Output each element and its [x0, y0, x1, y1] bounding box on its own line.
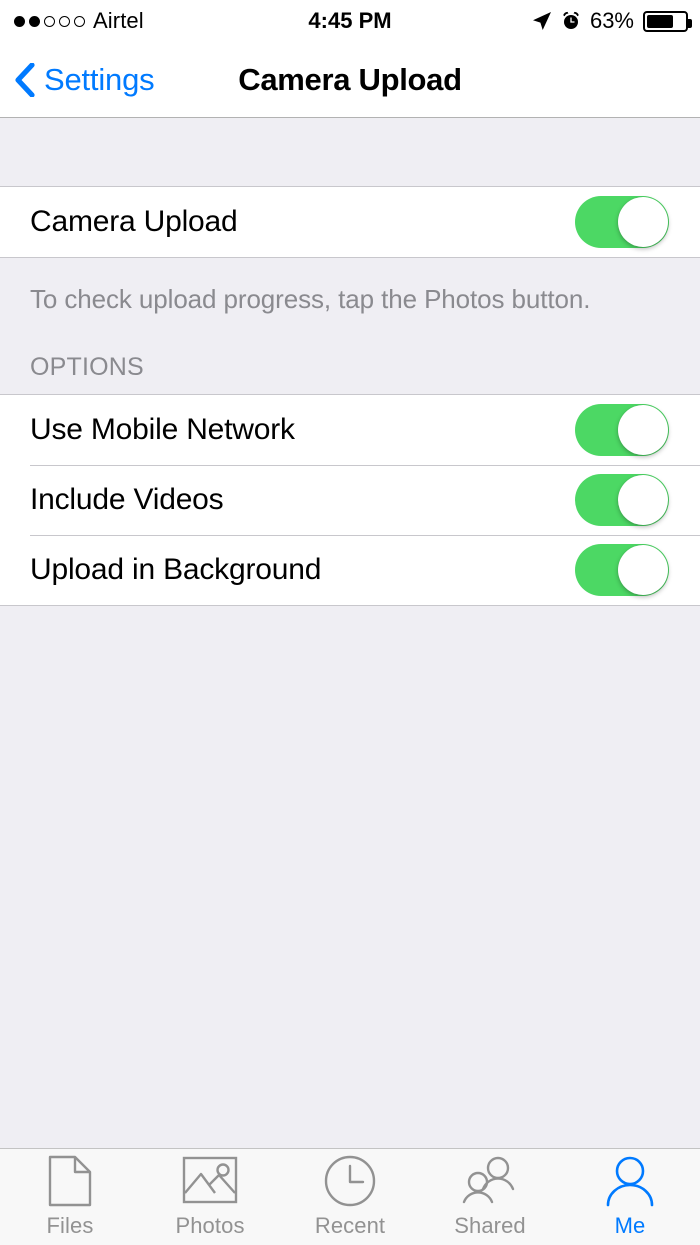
camera-upload-group: Camera Upload: [0, 186, 700, 258]
document-icon: [47, 1155, 93, 1207]
tab-label: Recent: [314, 1213, 386, 1238]
status-bar: Airtel 4:45 PM 63%: [0, 0, 700, 42]
tab-bar: Files Photos Recent Shared Me: [0, 1148, 700, 1245]
phone-screen: Airtel 4:45 PM 63% Settings Camera Uploa…: [0, 0, 700, 1245]
toggle-knob: [618, 475, 668, 526]
toggle-upload-in-background[interactable]: [575, 544, 669, 597]
row-label: Upload in Background: [30, 553, 322, 587]
toggle-knob: [618, 545, 668, 596]
toggle-knob: [618, 405, 668, 456]
tab-label: Photos: [175, 1213, 245, 1238]
toggle-camera-upload[interactable]: [575, 196, 669, 248]
list-top-spacer: [0, 118, 700, 186]
toggle-use-mobile-network[interactable]: [575, 404, 669, 457]
row-include-videos[interactable]: Include Videos: [0, 465, 700, 536]
people-icon: [461, 1155, 519, 1207]
battery-icon: [643, 10, 692, 32]
location-arrow-icon: [532, 11, 552, 31]
person-icon: [604, 1155, 656, 1207]
tab-photos[interactable]: Photos: [140, 1149, 280, 1245]
row-camera-upload[interactable]: Camera Upload: [0, 187, 700, 257]
row-use-mobile-network[interactable]: Use Mobile Network: [0, 395, 700, 466]
tab-recent[interactable]: Recent: [280, 1149, 420, 1245]
toggle-knob: [618, 197, 668, 247]
tab-shared[interactable]: Shared: [420, 1149, 560, 1245]
tab-files[interactable]: Files: [0, 1149, 140, 1245]
tab-label: Me: [614, 1213, 646, 1238]
page-title: Camera Upload: [238, 62, 462, 97]
row-upload-in-background[interactable]: Upload in Background: [0, 535, 700, 606]
row-label: Camera Upload: [30, 205, 238, 238]
status-bar-right: 63%: [532, 8, 692, 34]
alarm-clock-icon: [561, 11, 581, 31]
clock-icon: [324, 1155, 376, 1207]
settings-list: Camera Upload To check upload progress, …: [0, 118, 700, 1148]
tab-label: Files: [46, 1213, 94, 1238]
toggle-include-videos[interactable]: [575, 474, 669, 527]
photo-icon: [182, 1155, 238, 1207]
tab-label: Shared: [454, 1213, 526, 1238]
section-header-options: OPTIONS: [30, 353, 144, 382]
battery-percent-label: 63%: [589, 8, 634, 33]
tab-me[interactable]: Me: [560, 1149, 700, 1245]
options-group: Use Mobile Network Include Videos Upload…: [0, 394, 700, 607]
camera-upload-footer-text: To check upload progress, tap the Photos…: [30, 284, 591, 314]
row-label: Include Videos: [30, 483, 224, 517]
row-label: Use Mobile Network: [30, 413, 295, 447]
navigation-bar: Settings Camera Upload: [0, 42, 700, 118]
